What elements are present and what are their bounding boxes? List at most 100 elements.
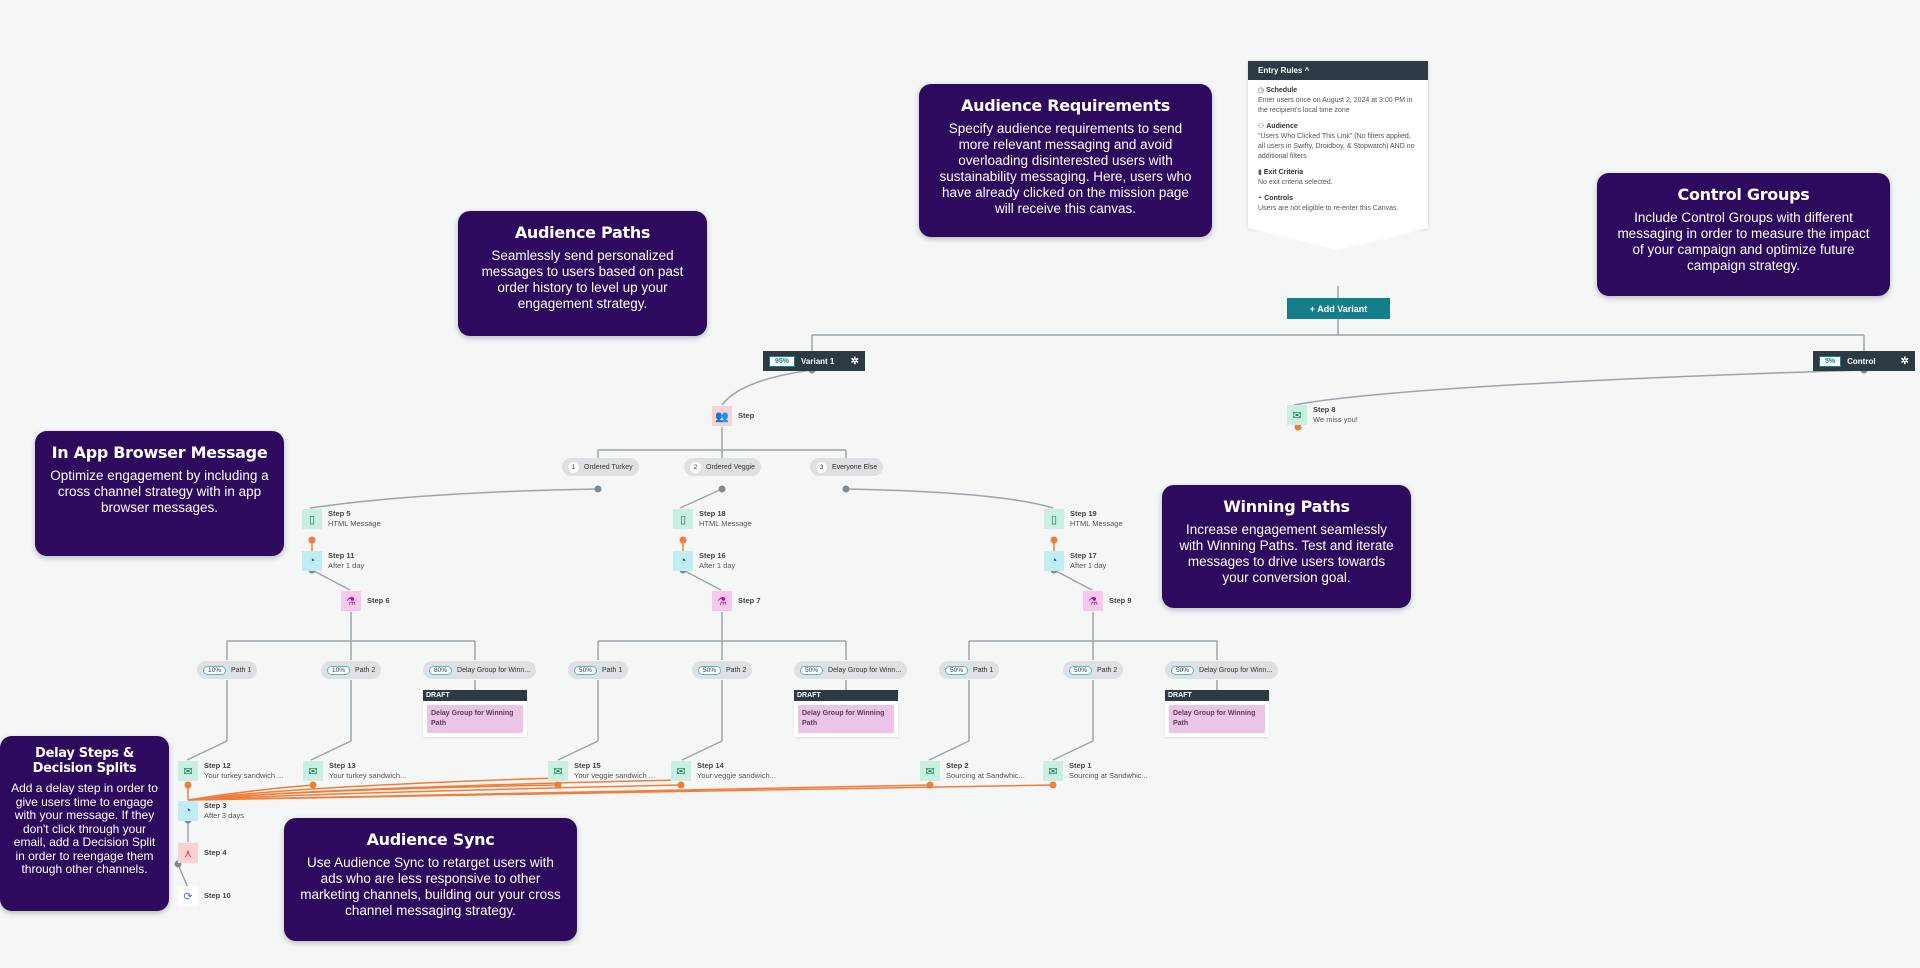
experiment-path-pill[interactable]: 50% Path 2 [692,661,753,679]
step-10[interactable]: ⟳ Step 10 [178,886,231,906]
step-2[interactable]: ✉ Step 2 Sourcing at Sandwhic... [920,761,1025,781]
step-label: Step 6 [367,596,390,605]
step-6[interactable]: ⚗ Step 6 [341,591,390,611]
step-11[interactable]: ◔ Step 11 After 1 day [302,551,364,571]
step-label: HTML Message [328,519,381,528]
callout-body: Include Control Groups with different me… [1617,210,1870,273]
path-percent: 50% [1171,665,1195,675]
step-17[interactable]: ◔ Step 17 After 1 day [1044,551,1106,571]
step-label: Step 19 [1070,509,1097,518]
email-icon: ✉ [178,761,198,781]
step-7[interactable]: ⚗ Step 7 [712,591,761,611]
step-label: HTML Message [699,519,752,528]
step-label: Step 14 [697,761,724,770]
add-variant-button[interactable]: + Add Variant [1287,298,1390,319]
experiment-path-pill[interactable]: 80% Delay Group for Winn... [423,661,537,679]
path-label: Path 1 [231,666,252,674]
callout-title: Audience Requirements [961,96,1170,115]
path-percent: 50% [1069,665,1093,675]
draft-badge: DRAFT [423,690,527,701]
audience-icon: 👥 [712,406,732,426]
experiment-path-pill[interactable]: 10% Path 1 [197,661,258,679]
audience-path-pill[interactable]: 3 Everyone Else [810,458,884,476]
step-label: Step 7 [738,596,761,605]
callout-audience-requirements: Audience Requirements Specify audience r… [919,84,1212,237]
path-label: Path 1 [973,666,994,674]
decision-split-icon: ⋏ [178,843,198,863]
variant-control[interactable]: 5% Control ✲ [1813,351,1915,371]
step-5[interactable]: ▯ Step 5 HTML Message [302,509,381,529]
callout-in-app-message: In App Browser Message Optimize engageme… [35,431,284,556]
path-label: Everyone Else [832,463,878,471]
entry-rules-panel: Entry Rules ^ ◷ Schedule Enter users once… [1248,61,1428,250]
audience-text: "Users Who Clicked This Link" (No filter… [1258,133,1415,160]
draft-label: Delay Group for Winning Path [427,705,523,733]
email-icon: ✉ [303,761,323,781]
draft-label: Delay Group for Winning Path [798,705,894,733]
gear-icon[interactable]: ✲ [851,356,859,367]
experiment-path-pill[interactable]: 10% Path 2 [321,661,382,679]
draft-label: Delay Group for Winning Path [1169,705,1265,733]
step-14[interactable]: ✉ Step 14 Your veggie sandwich... [671,761,776,781]
step-18[interactable]: ▯ Step 18 HTML Message [673,509,752,529]
step-13[interactable]: ✉ Step 13 Your turkey sandwich... [303,761,406,781]
audience-path-pill[interactable]: 1 Ordered Turkey [562,458,639,476]
path-number: 2 [690,461,701,473]
path-label: Path 2 [1097,666,1118,674]
step-label: After 1 day [699,561,736,570]
step-19[interactable]: ▯ Step 19 HTML Message [1044,509,1123,529]
callout-control-groups: Control Groups Include Control Groups wi… [1597,173,1890,296]
step-9[interactable]: ⚗ Step 9 [1083,591,1132,611]
path-label: Ordered Veggie [706,463,756,471]
step-3[interactable]: ◔ Step 3 After 3 days [178,801,244,821]
path-percent: 80% [429,665,453,675]
experiment-path-pill[interactable]: 50% Delay Group for Winn... [1165,661,1279,679]
draft-step[interactable]: DRAFT Delay Group for Winning Path [794,690,898,737]
email-icon: ✉ [1287,405,1307,425]
path-number: 3 [816,461,827,473]
audience-paths-step[interactable]: 👥 Step [712,406,754,426]
step-label: Step 3 [204,801,227,810]
entry-rules-toggle[interactable]: Entry Rules ^ [1248,61,1428,80]
in-app-message-icon: ▯ [302,509,322,529]
path-label: Path 2 [726,666,747,674]
step-label: Your veggie sandwich... [697,771,776,780]
flask-icon: ⚗ [341,591,361,611]
step-label: Step 15 [574,761,601,770]
step-label: After 3 days [204,811,245,820]
clock-icon: ◔ [673,551,693,571]
step-4[interactable]: ⋏ Step 4 [178,843,227,863]
step-15[interactable]: ✉ Step 15 Your veggie sandwich ... [548,761,655,781]
path-percent: 50% [800,665,824,675]
step-8[interactable]: ✉ Step 8 We miss you! [1287,405,1358,425]
email-icon: ✉ [671,761,691,781]
experiment-path-pill[interactable]: 50% Path 1 [568,661,629,679]
audience-sync-icon: ⟳ [178,886,198,906]
path-percent: 50% [698,665,722,675]
draft-step[interactable]: DRAFT Delay Group for Winning Path [1165,690,1269,737]
experiment-path-pill[interactable]: 50% Delay Group for Winn... [794,661,908,679]
draft-badge: DRAFT [794,690,898,701]
step-1[interactable]: ✉ Step 1 Sourcing at Sandwhic... [1043,761,1148,781]
step-label: We miss you! [1313,415,1358,424]
gear-icon[interactable]: ✲ [1901,356,1909,367]
step-label: Step 11 [328,551,355,560]
callout-body: Optimize engagement by including a cross… [50,468,269,515]
step-16[interactable]: ◔ Step 16 After 1 day [673,551,735,571]
step-label: Your turkey sandwich ... [204,771,284,780]
experiment-path-pill[interactable]: 50% Path 1 [939,661,1000,679]
step-12[interactable]: ✉ Step 12 Your turkey sandwich ... [178,761,283,781]
audience-path-pill[interactable]: 2 Ordered Veggie [684,458,762,476]
path-percent: 50% [945,665,969,675]
draft-badge: DRAFT [1165,690,1269,701]
callout-body: Specify audience requirements to send mo… [939,121,1192,216]
callout-body: Use Audience Sync to retarget users with… [300,855,561,918]
path-percent: 50% [574,665,598,675]
path-percent: 10% [327,665,351,675]
draft-step[interactable]: DRAFT Delay Group for Winning Path [423,690,527,737]
in-app-message-icon: ▯ [1044,509,1064,529]
experiment-path-pill[interactable]: 50% Path 2 [1063,661,1124,679]
variant-1[interactable]: 95% Variant 1 ✲ [763,351,865,371]
step-label: HTML Message [1070,519,1123,528]
callout-body: Add a delay step in order to give users … [11,781,158,876]
